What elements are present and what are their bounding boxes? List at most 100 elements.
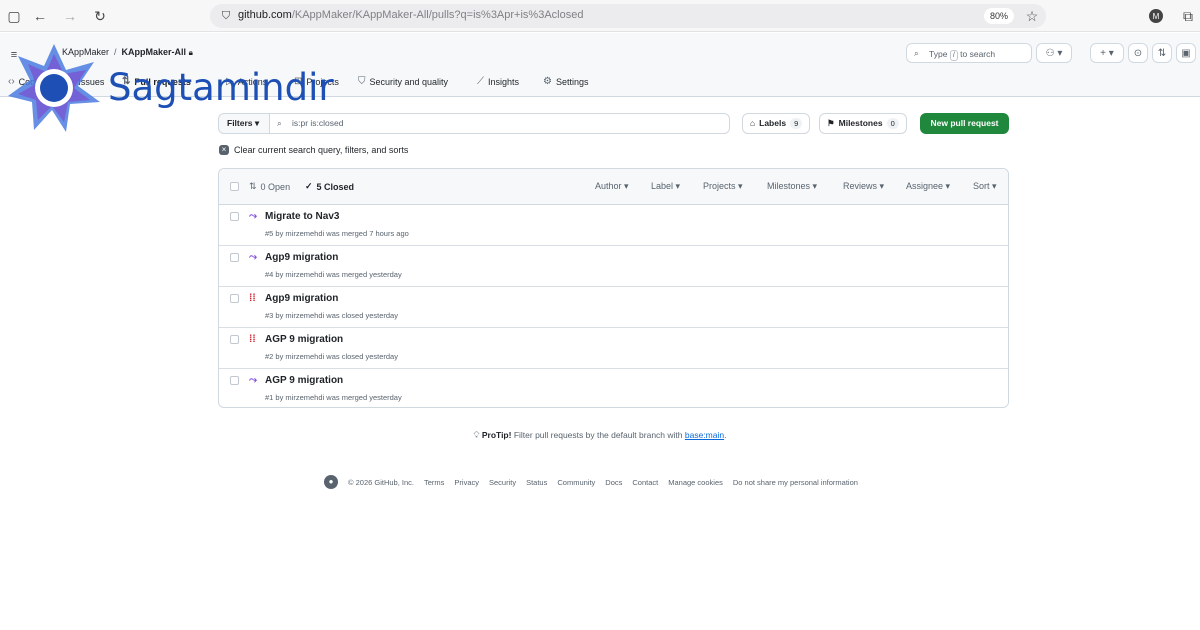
shield-icon: ⛉ [358, 76, 366, 87]
site-info-icon[interactable]: ⛉ [218, 8, 234, 24]
bookmark-star-icon[interactable]: ☆ [1024, 8, 1040, 24]
create-new-button[interactable]: + ▾ [1090, 43, 1124, 63]
pull-request-meta: #5 by mirzemehdi was merged 7 hours ago [265, 229, 409, 238]
url-path: /KAppMaker/KAppMaker-All/pulls?q=is%3Apr… [291, 9, 584, 21]
sort-filter[interactable]: Sort ▾ [973, 181, 997, 192]
tab-security[interactable]: ⛉ Security and quality [358, 76, 448, 87]
browser-toolbar: ▢ ← → ↻ ⛉ github.com/KAppMaker/KAppMaker… [0, 0, 1200, 32]
clear-filters-link[interactable]: × Clear current search query, filters, a… [219, 145, 408, 155]
protip-link[interactable]: base:main [685, 430, 724, 440]
clear-filters-text: Clear current search query, filters, and… [234, 145, 409, 155]
row-checkbox[interactable] [230, 253, 239, 262]
search-placeholder-post: to search [960, 49, 996, 59]
filter-label: Milestones [767, 181, 811, 191]
inbox-icon: ▣ [1181, 47, 1191, 59]
closed-filter[interactable]: ✓ 5 Closed [305, 181, 354, 192]
reviews-filter[interactable]: Reviews ▾ [843, 181, 884, 192]
pull-request-icon: ⇅ [1157, 47, 1167, 59]
pull-request-title[interactable]: Agp9 migration [265, 293, 338, 304]
footer-link-manage-cookies[interactable]: Manage cookies [668, 478, 723, 487]
filter-search-input[interactable]: ⌕ is:pr is:closed [270, 113, 730, 134]
breadcrumb-repo[interactable]: KAppMaker-All [122, 47, 187, 57]
filters-button[interactable]: Filters ▾ [218, 113, 270, 134]
footer-link-security[interactable]: Security [489, 478, 516, 487]
footer-link-docs[interactable]: Docs [605, 478, 622, 487]
extensions-icon[interactable]: ⧉ [1180, 8, 1196, 24]
closed-pull-request-icon: ⁞⁞ [249, 334, 256, 345]
zoom-level[interactable]: 80% [983, 8, 1014, 24]
footer-copyright: © 2026 GitHub, Inc. [348, 477, 414, 487]
select-all-checkbox[interactable] [230, 182, 239, 191]
tab-settings[interactable]: ⚙ Settings [543, 76, 589, 87]
filter-label: Assignee [906, 181, 944, 191]
protip: 💡︎ ProTip! Filter pull requests by the d… [0, 430, 1200, 441]
copilot-button[interactable]: ⚇ ▾ [1036, 43, 1072, 63]
plus-icon: + ▾ [1100, 47, 1114, 59]
pull-request-row[interactable]: ⁞⁞ AGP 9 migration #2 by mirzemehdi was … [219, 328, 1008, 369]
forward-arrow-icon[interactable]: → [62, 8, 78, 24]
check-icon: ✓ [305, 181, 313, 191]
pull-requests-button[interactable]: ⇅ [1152, 43, 1172, 63]
search-icon: ⌕ [914, 48, 919, 58]
projects-filter[interactable]: Projects ▾ [703, 181, 743, 192]
watermark-logo-icon [8, 44, 100, 132]
pull-request-meta: #1 by mirzemehdi was merged yesterday [265, 393, 402, 402]
pull-request-meta: #4 by mirzemehdi was merged yesterday [265, 270, 402, 279]
new-pull-request-button[interactable]: New pull request [920, 113, 1009, 134]
footer-link-contact[interactable]: Contact [632, 478, 658, 487]
labels-label: Labels [759, 118, 787, 128]
labels-count: 9 [790, 118, 803, 129]
pull-request-title[interactable]: AGP 9 migration [265, 375, 343, 386]
tabs-icon[interactable]: ▢ [6, 8, 22, 24]
back-arrow-icon[interactable]: ← [32, 8, 48, 24]
url-host: github.com [238, 9, 292, 21]
pull-request-title[interactable]: Agp9 migration [265, 252, 338, 263]
labels-button[interactable]: ⌂ Labels 9 [742, 113, 811, 134]
profile-avatar[interactable]: M [1149, 9, 1163, 23]
close-icon: × [219, 145, 229, 155]
github-logo-icon[interactable]: ● [324, 475, 338, 489]
tab-label: Security and quality [369, 76, 449, 87]
pull-request-row[interactable]: ⁞⁞ Agp9 migration #3 by mirzemehdi was c… [219, 287, 1008, 328]
pull-request-row[interactable]: ⤳ Migrate to Nav3 #5 by mirzemehdi was m… [219, 205, 1008, 246]
tab-label: Insights [488, 76, 520, 87]
pull-request-row[interactable]: ⤳ Agp9 migration #4 by mirzemehdi was me… [219, 246, 1008, 287]
protip-end: . [724, 430, 727, 440]
open-filter[interactable]: ⇅ 0 Open [249, 181, 290, 192]
row-checkbox[interactable] [230, 212, 239, 221]
url-text: github.com/KAppMaker/KAppMaker-All/pulls… [238, 9, 583, 21]
milestones-filter[interactable]: Milestones ▾ [767, 181, 817, 192]
pull-request-title[interactable]: Migrate to Nav3 [265, 211, 339, 222]
copilot-icon: ⚇ ▾ [1045, 47, 1063, 59]
inbox-button[interactable]: ▣ [1176, 43, 1196, 63]
footer-link-do-not-share[interactable]: Do not share my personal information [733, 478, 858, 487]
pull-request-meta: #2 by mirzemehdi was closed yesterday [265, 352, 398, 361]
pull-request-title[interactable]: AGP 9 migration [265, 334, 343, 345]
filter-label: Label [651, 181, 674, 191]
footer-link-privacy[interactable]: Privacy [454, 478, 479, 487]
milestones-label: Milestones [838, 118, 883, 128]
address-bar[interactable]: ⛉ github.com/KAppMaker/KAppMaker-All/pul… [210, 4, 1046, 28]
footer-link-terms[interactable]: Terms [424, 478, 444, 487]
row-checkbox[interactable] [230, 335, 239, 344]
tab-insights[interactable]: ⟋ Insights [477, 76, 519, 87]
label-filter[interactable]: Label ▾ [651, 181, 680, 192]
reload-icon[interactable]: ↻ [92, 8, 108, 24]
footer-link-status[interactable]: Status [526, 478, 547, 487]
footer-link-community[interactable]: Community [557, 478, 595, 487]
assignee-filter[interactable]: Assignee ▾ [906, 181, 950, 192]
global-search-input[interactable]: ⌕ Type / to search [906, 43, 1032, 63]
author-filter[interactable]: Author ▾ [595, 181, 629, 192]
row-checkbox[interactable] [230, 294, 239, 303]
milestones-button[interactable]: ⚑ Milestones 0 [819, 113, 907, 134]
search-shortcut-key: / [949, 50, 958, 61]
lightbulb-icon: 💡︎ [473, 430, 480, 440]
watermark-text: Sagtamindir [108, 66, 334, 109]
filter-label: Author [595, 181, 622, 191]
row-checkbox[interactable] [230, 376, 239, 385]
pull-request-row[interactable]: ⤳ AGP 9 migration #1 by mirzemehdi was m… [219, 369, 1008, 407]
caret-down-icon: ▾ [254, 118, 260, 128]
filter-label: Projects [703, 181, 736, 191]
issues-button[interactable]: ⊙ [1128, 43, 1148, 63]
list-header: ⇅ 0 Open ✓ 5 Closed Author ▾ Label ▾ Proje… [219, 169, 1008, 205]
